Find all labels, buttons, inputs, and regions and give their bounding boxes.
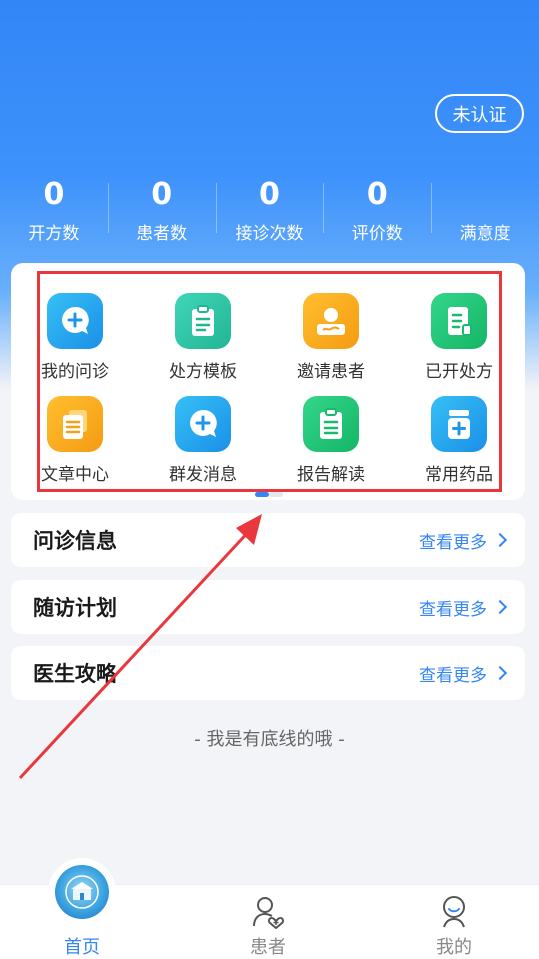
stat-value: 0: [366, 177, 388, 212]
stat-value: 0: [259, 177, 280, 212]
section-title: 随访计划: [33, 596, 117, 620]
stat-patients[interactable]: 0 患者数: [107, 175, 216, 245]
tab-label: 我的: [436, 937, 472, 958]
stat-prescriptions[interactable]: 0 开方数: [0, 175, 108, 245]
stat-label: 开方数: [28, 224, 80, 244]
see-more-link[interactable]: 查看更多: [419, 661, 508, 686]
feature-grid-card: 我的问诊 处方模板 邀请患者 已开处方 文章中心 群发消息 报告解读 常用药品: [11, 263, 525, 500]
stat-label: 满意度: [459, 224, 511, 244]
stat-label: 患者数: [136, 224, 188, 244]
section-title: 问诊信息: [33, 529, 117, 553]
home-tab-icon-bubble[interactable]: [48, 858, 116, 926]
patient-icon: [253, 897, 285, 929]
stat-satisfaction[interactable]: 满意度: [431, 175, 539, 245]
profile-icon: [443, 896, 465, 928]
see-more-link[interactable]: 查看更多: [419, 528, 508, 553]
stat-value: 0: [151, 177, 173, 212]
verification-status-button[interactable]: 未认证: [435, 94, 524, 133]
tab-label: 患者: [250, 937, 286, 958]
page-dot: [269, 492, 283, 497]
section-consultation-info: 问诊信息 查看更多: [11, 513, 525, 567]
verification-status-label: 未认证: [452, 104, 507, 126]
annotation-highlight-box: [37, 271, 502, 492]
page-dot-active: [255, 492, 269, 497]
see-more-label: 查看更多: [419, 532, 487, 553]
section-doctor-guide: 医生攻略 查看更多: [11, 646, 525, 700]
page-indicator: [255, 492, 283, 497]
end-of-list-note: - 我是有底线的哦 -: [194, 729, 345, 750]
chevron-right-icon: [492, 599, 508, 615]
chevron-right-icon: [492, 532, 508, 548]
stat-value: [431, 175, 539, 215]
section-followup-plan: 随访计划 查看更多: [11, 580, 525, 634]
stat-label: 接诊次数: [235, 224, 304, 244]
chevron-right-icon: [492, 665, 508, 681]
stats-bar: 0 开方数 0 患者数 0 接诊次数 0 评价数 满意度: [0, 175, 539, 245]
hospital-logo-icon: [55, 865, 109, 919]
stat-label: 评价数: [351, 224, 403, 244]
tab-label: 首页: [64, 937, 100, 958]
stat-reviews[interactable]: 0 评价数: [323, 175, 431, 245]
see-more-label: 查看更多: [419, 665, 487, 686]
section-title: 医生攻略: [33, 662, 117, 686]
see-more-label: 查看更多: [419, 599, 487, 620]
see-more-link[interactable]: 查看更多: [419, 595, 508, 620]
stat-value: 0: [43, 177, 65, 212]
stat-consultations[interactable]: 0 接诊次数: [215, 175, 324, 245]
